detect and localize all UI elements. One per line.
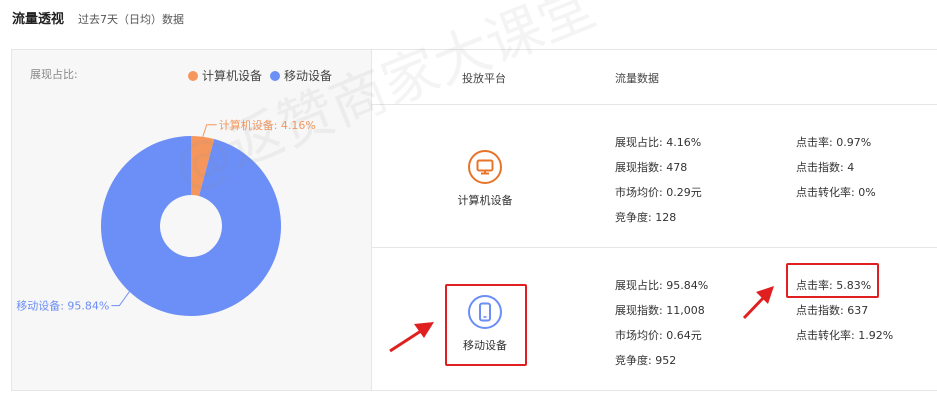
arrow-to-mobile-platform — [389, 322, 434, 353]
arrow-to-mobile-ctr — [742, 286, 774, 320]
annotation-arrows — [389, 286, 774, 353]
